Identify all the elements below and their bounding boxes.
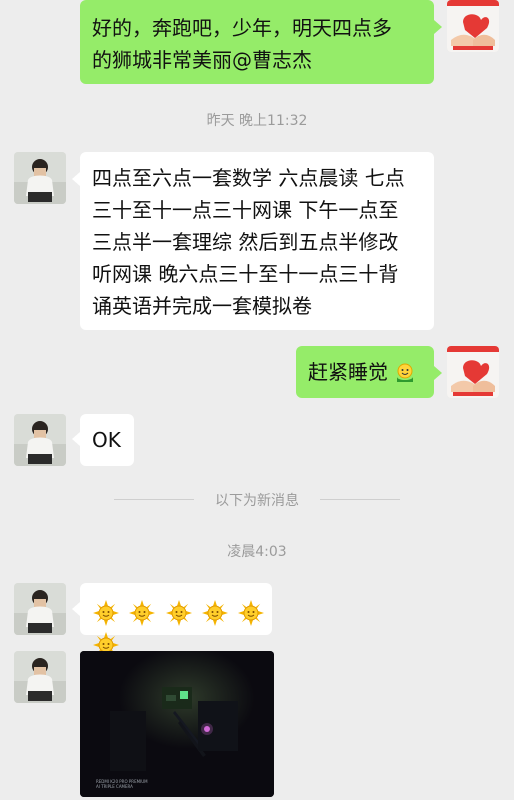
sun-emoji-icon	[165, 599, 192, 626]
bubble-tail	[72, 602, 80, 616]
contact-avatar[interactable]	[14, 651, 66, 703]
gift-hands-avatar-icon	[447, 0, 499, 52]
sun-emoji-icon	[238, 599, 265, 626]
message-text: OK	[92, 428, 121, 452]
smiling-face-emoji-icon	[397, 363, 414, 382]
message-bubble-outgoing[interactable]: 好的，奔跑吧，少年，明天四点多 的狮城非常美丽@曹志杰	[80, 0, 434, 84]
contact-avatar[interactable]	[14, 414, 66, 466]
timestamp: 昨天 晚上11:32	[206, 113, 308, 129]
message-bubble-outgoing[interactable]: 赶紧睡觉	[296, 346, 434, 398]
photo-message[interactable]: REDMI K20 PRO PREMIUM AI TRIPLE CAMERA	[80, 651, 274, 797]
contact-avatar[interactable]	[14, 152, 66, 204]
message-bubble-incoming[interactable]	[80, 583, 272, 658]
message-bubble-incoming[interactable]: OK	[80, 414, 134, 466]
bubble-tail	[72, 432, 80, 446]
message-text: 赶紧睡觉	[308, 360, 388, 384]
message-text: 好的，奔跑吧，少年，明天四点多	[92, 16, 392, 40]
photo-watermark: REDMI K20 PRO PREMIUM AI TRIPLE CAMERA	[96, 779, 148, 789]
sun-emoji-icon	[93, 599, 119, 626]
message-line: 三十至十一点三十网课 下午一点至	[92, 198, 399, 222]
message-line: 听网课 晚六点三十至十一点三十背	[92, 262, 399, 286]
new-messages-divider: 以下为新消息	[215, 493, 299, 509]
message-bubble-incoming[interactable]: 四点至六点一套数学 六点晨读 七点 三十至十一点三十网课 下午一点至 三点半一套…	[80, 152, 434, 330]
bubble-tail	[434, 366, 442, 380]
message-line: 三点半一套理综 然后到五点半修改	[92, 230, 399, 254]
bubble-tail	[434, 20, 442, 34]
person-avatar-icon	[14, 583, 66, 635]
message-line: 诵英语并完成一套模拟卷	[92, 294, 312, 318]
self-avatar[interactable]	[447, 0, 499, 52]
night-photo-image	[80, 651, 274, 797]
person-avatar-icon	[14, 414, 66, 466]
message-line: 四点至六点一套数学 六点晨读 七点	[92, 166, 405, 190]
sun-emoji-icon	[129, 599, 156, 626]
timestamp: 凌晨4:03	[227, 544, 287, 560]
gift-hands-avatar-icon	[447, 346, 499, 398]
person-avatar-icon	[14, 152, 66, 204]
contact-avatar[interactable]	[14, 583, 66, 635]
self-avatar[interactable]	[447, 346, 499, 398]
divider-line-right	[320, 499, 400, 500]
message-text: 的狮城非常美丽@曹志杰	[92, 48, 312, 72]
bubble-tail	[72, 172, 80, 186]
person-avatar-icon	[14, 651, 66, 703]
sun-emoji-icon	[202, 599, 229, 626]
